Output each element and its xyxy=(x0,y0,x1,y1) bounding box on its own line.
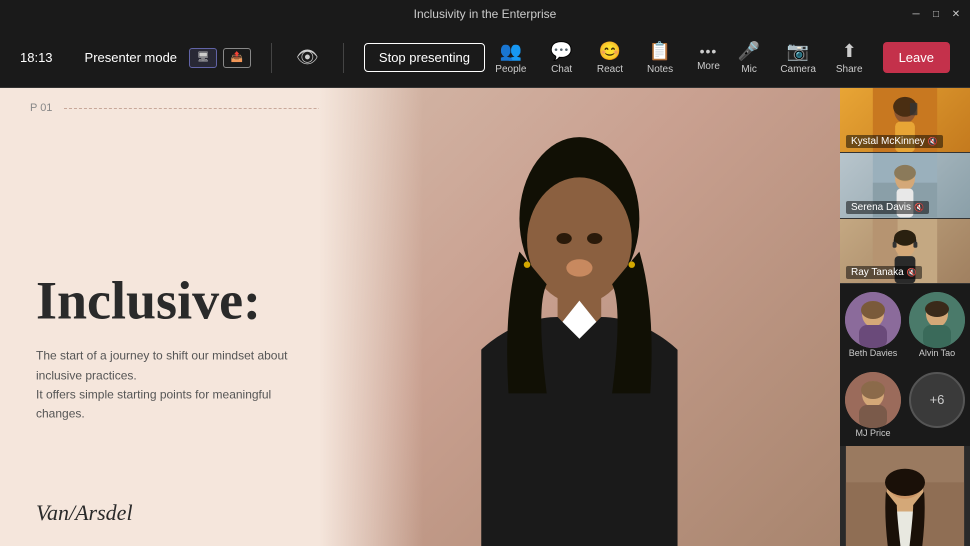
slide-page-number: P 01 xyxy=(30,102,52,114)
slide-heading: Inclusive: xyxy=(36,271,316,330)
slide-container: P 01 FY 21 Inclusive Design Guideline In… xyxy=(0,88,840,546)
toolbar-divider2 xyxy=(343,43,344,73)
people-label: People xyxy=(495,64,526,75)
mic-icon: 🎤 xyxy=(738,41,760,62)
share-icon: ⬆ xyxy=(842,41,857,62)
slide-logo: Van/Arsdel xyxy=(36,500,133,526)
presenter-mode-label: Presenter mode xyxy=(85,50,178,65)
slide-body: The start of a journey to shift our mind… xyxy=(36,347,316,424)
notes-label: Notes xyxy=(647,64,673,75)
kystal-name-text: Kystal McKinney xyxy=(851,136,925,147)
mic-btn[interactable]: 🎤 Mic xyxy=(730,37,768,79)
participant-grid: Beth Davies Alvin Tao xyxy=(840,284,970,446)
logo-text: Van/Arsdel xyxy=(36,500,133,525)
people-icon: 👥 xyxy=(500,41,522,62)
people-btn[interactable]: 👥 People xyxy=(485,37,536,79)
presenter-share-btn[interactable]: 📤 xyxy=(223,48,251,68)
camera-icon: 📷 xyxy=(787,41,809,62)
chat-btn[interactable]: 💬 Chat xyxy=(540,37,582,79)
more-icon: ••• xyxy=(700,43,718,59)
participant-bottom[interactable] xyxy=(840,446,970,546)
notes-btn[interactable]: 📋 Notes xyxy=(637,37,683,79)
participant-more[interactable]: +6 · xyxy=(906,366,968,444)
more-count: +6 xyxy=(930,392,945,407)
more-label: More xyxy=(697,61,720,72)
more-label: · xyxy=(936,428,939,438)
mj-name: MJ Price xyxy=(855,428,890,438)
beth-name: Beth Davies xyxy=(849,348,898,358)
clock: 18:13 xyxy=(20,50,53,65)
react-icon: 😊 xyxy=(599,41,621,62)
more-participants-circle: +6 xyxy=(909,372,965,428)
participant-beth[interactable]: Beth Davies xyxy=(842,286,904,364)
main-content: P 01 FY 21 Inclusive Design Guideline In… xyxy=(0,88,970,546)
participant-mj[interactable]: MJ Price xyxy=(842,366,904,444)
toolbar-divider xyxy=(271,43,272,73)
kystal-name-badge: Kystal McKinney 🔇 xyxy=(846,135,943,148)
slide-body-line1: The start of a journey to shift our mind… xyxy=(36,349,287,382)
alvin-name: Alvin Tao xyxy=(919,348,955,358)
share-btn[interactable]: ⬆ Share xyxy=(828,37,871,79)
stop-presenting-button[interactable]: Stop presenting xyxy=(364,43,485,72)
notes-icon: 📋 xyxy=(649,41,671,62)
participants-sidebar: Kystal McKinney 🔇 Sere xyxy=(840,88,970,546)
mic-label: Mic xyxy=(741,64,757,75)
slide-body-line2: It offers simple starting points for mea… xyxy=(36,387,271,420)
share-label: Share xyxy=(836,64,863,75)
react-label: React xyxy=(597,64,623,75)
participant-alvin[interactable]: Alvin Tao xyxy=(906,286,968,364)
leave-button[interactable]: Leave xyxy=(883,42,950,73)
camera-label: Camera xyxy=(780,64,816,75)
minimize-btn[interactable]: ─ xyxy=(910,8,922,20)
more-btn[interactable]: ••• More xyxy=(687,39,730,76)
participant-ray[interactable]: Ray Tanaka 🔇 xyxy=(840,219,970,284)
bottom-participant-video xyxy=(840,446,970,546)
react-btn[interactable]: 😊 React xyxy=(587,37,633,79)
eye-btn[interactable]: 👁 xyxy=(292,43,323,72)
beth-avatar xyxy=(845,292,901,348)
chat-icon: 💬 xyxy=(550,41,572,62)
window-title: Inclusivity in the Enterprise xyxy=(414,7,557,21)
slide-area: P 01 FY 21 Inclusive Design Guideline In… xyxy=(0,88,840,546)
kystal-mic-icon: 🔇 xyxy=(928,137,938,146)
chat-label: Chat xyxy=(551,64,572,75)
title-bar: Inclusivity in the Enterprise ─ □ ✕ xyxy=(0,0,970,28)
mj-avatar xyxy=(845,372,901,428)
ray-mic-icon: 🔇 xyxy=(907,268,917,277)
ray-name-text: Ray Tanaka xyxy=(851,267,904,278)
serena-name-badge: Serena Davis 🔇 xyxy=(846,201,929,214)
presenter-screen-btn[interactable]: 🖥 xyxy=(189,48,217,68)
maximize-btn[interactable]: □ xyxy=(930,8,942,20)
presenter-overlay xyxy=(319,88,840,546)
serena-mic-icon: 🔇 xyxy=(914,203,924,212)
serena-name-text: Serena Davis xyxy=(851,202,911,213)
participant-kystal[interactable]: Kystal McKinney 🔇 xyxy=(840,88,970,153)
ray-name-badge: Ray Tanaka 🔇 xyxy=(846,266,922,279)
toolbar: 18:13 Presenter mode 🖥 📤 👁 Stop presenti… xyxy=(0,28,970,88)
close-btn[interactable]: ✕ xyxy=(950,8,962,20)
slide-text-block: Inclusive: The start of a journey to shi… xyxy=(36,271,316,423)
camera-btn[interactable]: 📷 Camera xyxy=(772,37,824,79)
alvin-avatar xyxy=(909,292,965,348)
participant-serena[interactable]: Serena Davis 🔇 xyxy=(840,153,970,218)
